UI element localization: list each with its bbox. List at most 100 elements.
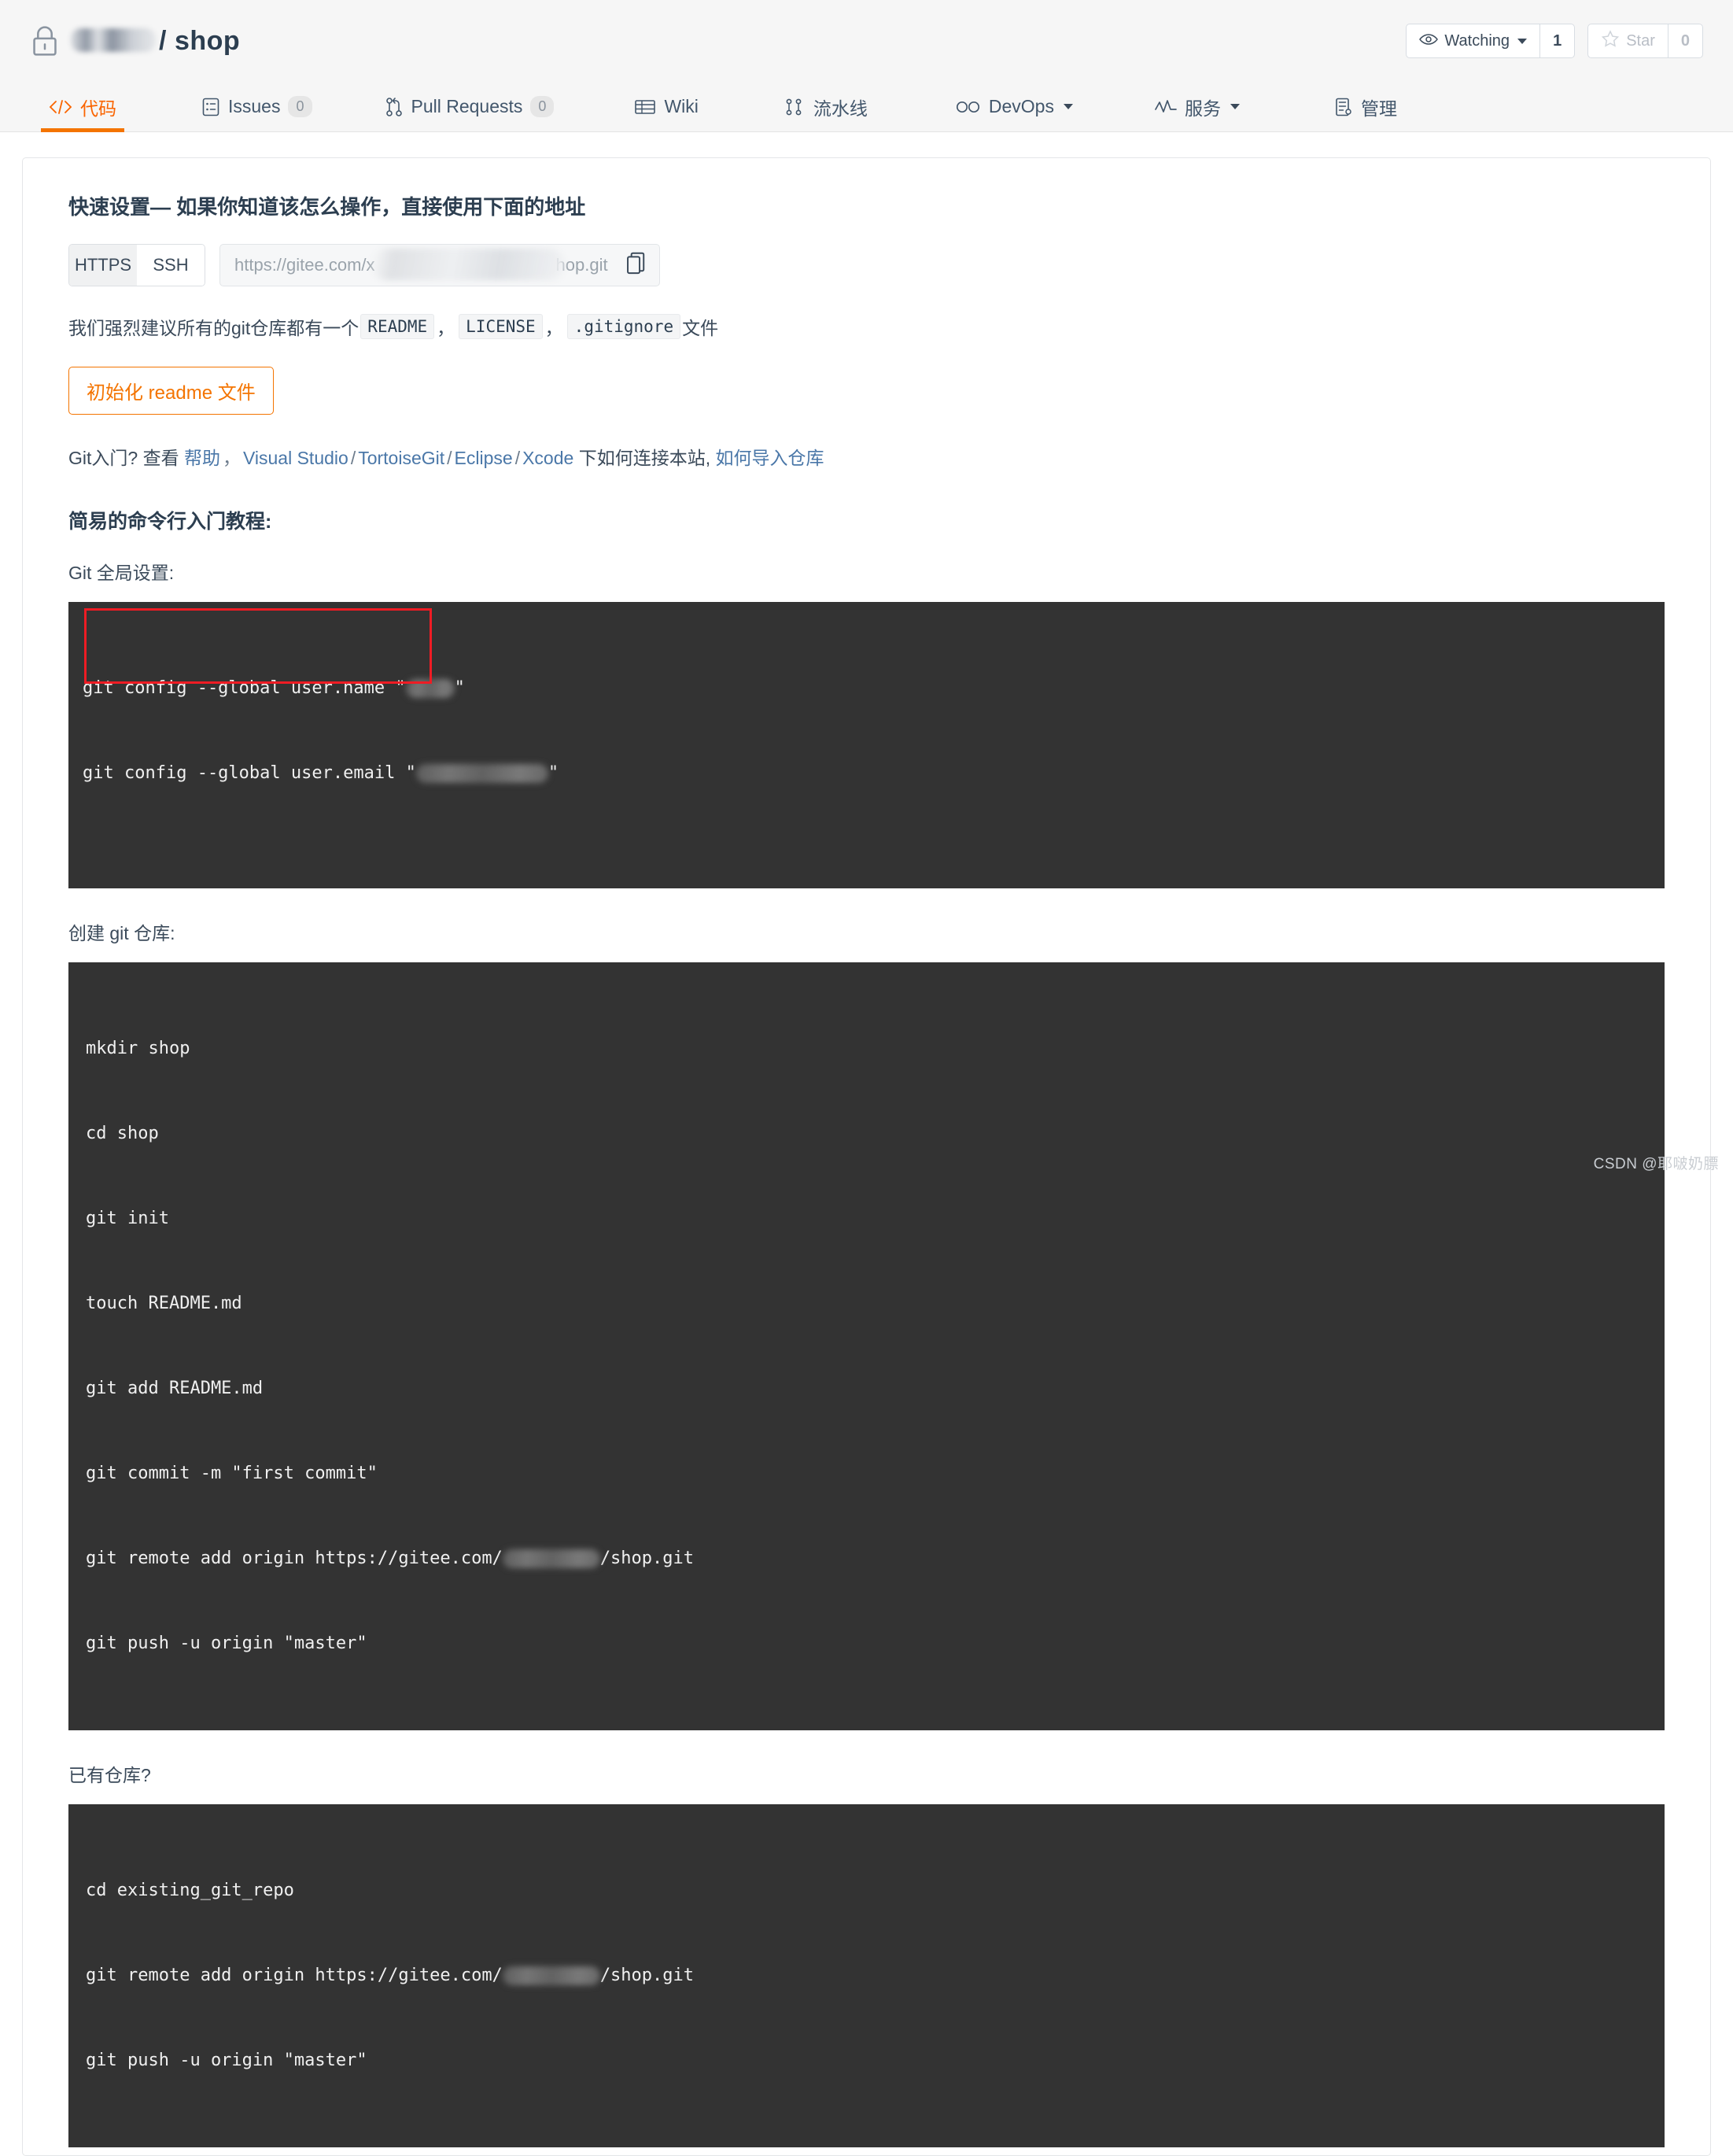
watch-button-group[interactable]: Watching 1 xyxy=(1406,24,1576,58)
help-slash-1: / xyxy=(350,448,356,468)
clone-url-field[interactable]: https://gitee.com/x hop.git xyxy=(219,244,660,286)
chevron-down-icon xyxy=(1230,104,1240,109)
existing-repo-label: 已有仓库? xyxy=(68,1765,151,1785)
star-button[interactable]: Star xyxy=(1588,24,1668,57)
init-readme-button[interactable]: 初始化 readme 文件 xyxy=(68,367,274,415)
repo-name[interactable]: shop xyxy=(175,26,240,57)
code-line: git push -u origin "master" xyxy=(86,2051,367,2070)
suggestion-prefix: 我们强烈建议所有的git仓库都有一个 xyxy=(68,318,360,338)
code-line: cd shop xyxy=(86,1124,159,1143)
tab-issues[interactable]: Issues 0 xyxy=(201,82,312,131)
star-count[interactable]: 0 xyxy=(1668,24,1702,57)
watch-count[interactable]: 1 xyxy=(1540,24,1574,57)
code-line: git push -u origin "master" xyxy=(86,1634,367,1653)
suggestion-comma-1: ， xyxy=(437,318,455,338)
tab-services-label: 服务 xyxy=(1184,98,1221,119)
infinity-icon xyxy=(956,100,981,114)
help-middle: 下如何连接本站, xyxy=(578,448,711,468)
clone-url-masked-region xyxy=(371,249,565,280)
link-xcode[interactable]: Xcode xyxy=(522,448,573,468)
csdn-watermark: CSDN @耶啵奶膘 xyxy=(1593,1156,1719,1172)
star-label: Star xyxy=(1626,31,1655,50)
help-comma: ， xyxy=(222,448,241,468)
help-prefix: Git入门? xyxy=(68,448,138,468)
protocol-ssh-button[interactable]: SSH xyxy=(137,245,205,286)
breadcrumb-separator: / xyxy=(159,25,167,56)
tab-services[interactable]: 服务 xyxy=(1155,82,1240,131)
content-wrapper: 快速设置— 如果你知道该怎么操作，直接使用下面的地址 HTTPS SSH htt… xyxy=(0,132,1733,2156)
tab-code[interactable]: 代码 xyxy=(41,82,124,132)
link-visual-studio[interactable]: Visual Studio xyxy=(243,448,348,468)
activity-icon xyxy=(1155,99,1177,115)
code-block-create-repo[interactable]: mkdir shop cd shop git init touch README… xyxy=(68,962,1665,1730)
tab-issues-badge: 0 xyxy=(288,96,312,117)
star-icon xyxy=(1601,29,1620,53)
chip-gitignore: .gitignore xyxy=(566,314,681,339)
repo-header: / shop Watching 1 Star 0 xyxy=(0,0,1733,82)
repo-tab-nav: 代码 Issues 0 Pull Requests 0 Wiki 流水线 Dev… xyxy=(0,82,1733,132)
code-block-existing-repo[interactable]: cd existing_git_repo git remote add orig… xyxy=(68,1804,1665,2147)
link-import-repo[interactable]: 如何导入仓库 xyxy=(715,448,824,468)
protocol-toggle[interactable]: HTTPS SSH xyxy=(68,244,205,286)
clone-row: HTTPS SSH https://gitee.com/x hop.git xyxy=(68,244,1665,286)
quick-setup-card: 快速设置— 如果你知道该怎么操作，直接使用下面的地址 HTTPS SSH htt… xyxy=(22,157,1711,2156)
help-view: 查看 xyxy=(142,448,179,468)
tab-wiki-label: Wiki xyxy=(664,96,699,116)
suggestion-comma-2: ， xyxy=(544,318,563,338)
repo-breadcrumb[interactable]: / shop xyxy=(71,26,240,57)
red-annotation-box xyxy=(84,608,432,684)
tab-wiki[interactable]: Wiki xyxy=(634,82,699,131)
tab-pull-requests-badge: 0 xyxy=(530,96,555,117)
global-config-label: Git 全局设置: xyxy=(68,563,175,583)
eye-icon xyxy=(1419,32,1439,50)
repo-owner-masked[interactable] xyxy=(71,28,156,52)
tab-manage[interactable]: 管理 xyxy=(1334,82,1397,131)
tab-pipeline[interactable]: 流水线 xyxy=(785,82,868,131)
repo-title-wrap: / shop xyxy=(30,24,240,57)
tab-pipeline-label: 流水线 xyxy=(813,98,868,119)
code-block-global-config[interactable]: git config --global user.name " " git con… xyxy=(68,602,1665,888)
link-eclipse[interactable]: Eclipse xyxy=(455,448,513,468)
code-icon xyxy=(49,99,72,115)
wiki-icon xyxy=(634,98,656,116)
copy-icon[interactable] xyxy=(626,252,647,279)
tab-devops-label: DevOps xyxy=(988,96,1054,116)
code-line: git remote add origin https://gitee.com/… xyxy=(86,1549,695,1568)
chevron-down-icon xyxy=(1063,104,1073,109)
repo-files-suggestion: 我们强烈建议所有的git仓库都有一个 README ， LICENSE ， .g… xyxy=(68,313,1665,340)
tab-manage-label: 管理 xyxy=(1360,98,1397,119)
chip-readme: README xyxy=(360,314,435,339)
header-actions: Watching 1 Star 0 xyxy=(1406,24,1703,58)
code-line: git remote add origin https://gitee.com/… xyxy=(86,1966,695,1985)
link-help[interactable]: 帮助 xyxy=(184,448,220,468)
page-title: 快速设置— 如果你知道该怎么操作，直接使用下面的地址 xyxy=(68,195,586,219)
code-line: mkdir shop xyxy=(86,1039,190,1058)
watch-button[interactable]: Watching xyxy=(1407,24,1541,57)
protocol-https-button[interactable]: HTTPS xyxy=(69,245,137,286)
code-line: git init xyxy=(86,1209,169,1228)
tab-devops[interactable]: DevOps xyxy=(956,82,1073,131)
code-line: git add README.md xyxy=(86,1379,264,1398)
tab-code-label: 代码 xyxy=(80,98,116,119)
link-tortoisegit[interactable]: TortoiseGit xyxy=(358,448,444,468)
chevron-down-icon xyxy=(1517,38,1528,44)
code-line: cd existing_git_repo xyxy=(86,1881,294,1900)
pull-request-icon xyxy=(385,97,404,117)
create-repo-label: 创建 git 仓库: xyxy=(68,923,175,943)
settings-icon xyxy=(1334,97,1353,117)
tab-pull-requests-label: Pull Requests xyxy=(411,96,523,116)
help-slash-3: / xyxy=(514,448,521,468)
suggestion-suffix: 文件 xyxy=(682,318,719,338)
code-line: git config --global user.name " " xyxy=(83,678,465,698)
git-help-line: Git入门? 查看 帮助， Visual Studio / TortoiseGit / E… xyxy=(68,443,1665,470)
tutorial-title: 简易的命令行入门教程: xyxy=(68,511,272,533)
star-button-group[interactable]: Star 0 xyxy=(1587,24,1703,58)
code-line: git config --global user.email " " xyxy=(83,763,559,783)
issue-icon xyxy=(201,97,220,117)
help-slash-2: / xyxy=(447,448,452,468)
code-line: git commit -m "first commit" xyxy=(86,1464,378,1483)
tab-issues-label: Issues xyxy=(228,96,281,116)
watch-label: Watching xyxy=(1444,31,1510,50)
tab-pull-requests[interactable]: Pull Requests 0 xyxy=(385,82,555,131)
pipeline-icon xyxy=(785,98,806,116)
